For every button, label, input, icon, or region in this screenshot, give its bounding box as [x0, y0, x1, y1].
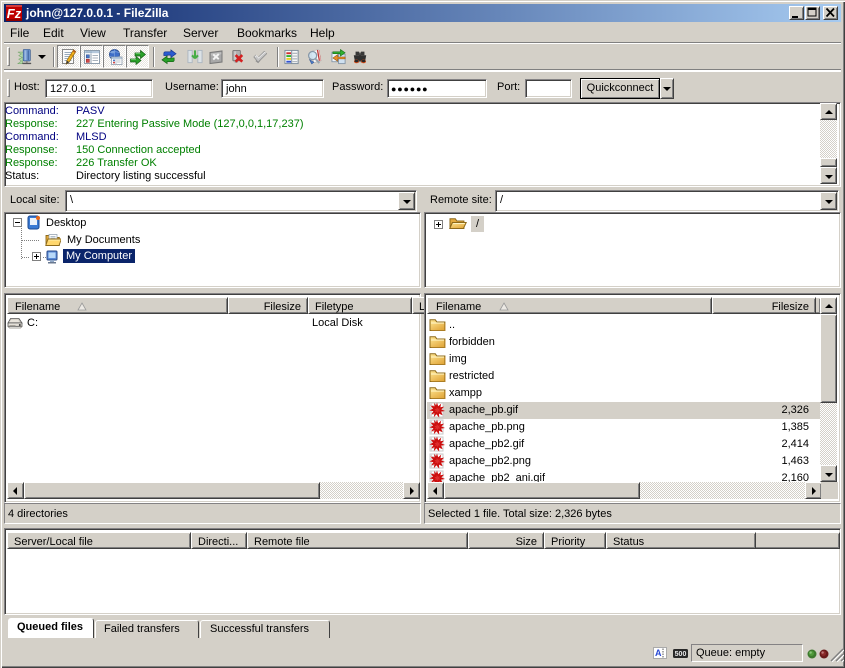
svg-text:Fz: Fz: [7, 6, 22, 21]
svg-text:A: A: [655, 648, 662, 658]
svg-text:500: 500: [675, 651, 687, 658]
